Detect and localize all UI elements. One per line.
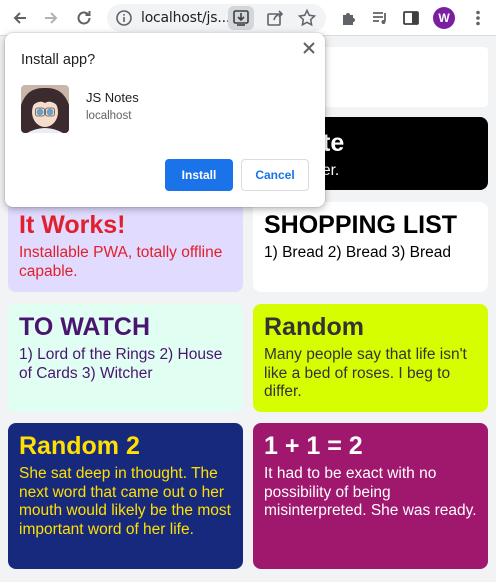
side-panel-icon[interactable] [401,8,421,28]
note-title: Random 2 [19,432,140,460]
forward-icon[interactable] [41,8,61,28]
app-origin: localhost [86,110,132,122]
address-bar[interactable]: localhost/js... [107,4,326,32]
note-card[interactable]: Random 2 She sat deep in thought. The ne… [8,423,243,569]
app-icon [21,85,69,133]
note-card[interactable]: SHOPPING LIST 1) Bread 2) Bread 3) Bread [253,202,488,292]
note-title: Random [264,313,364,341]
note-body: Many people say that life isn't like a b… [264,346,467,400]
note-title: 1 + 1 = 2 [264,432,363,460]
note-title: TO WATCH [19,313,151,341]
more-vert-icon[interactable] [468,8,488,28]
back-icon[interactable] [10,8,30,28]
profile-avatar[interactable]: W [433,7,455,29]
note-card[interactable]: 1 + 1 = 2 It had to be exact with no pos… [253,423,488,569]
app-name: JS Notes [86,90,139,105]
info-icon[interactable] [115,9,133,27]
dialog-title: Install app? [21,52,96,68]
note-body: 1) Lord of the Rings 2) House of Cards 3… [19,346,223,382]
url-text[interactable]: localhost/js... [141,10,230,26]
note-card[interactable]: Random Many people say that life isn't l… [253,304,488,412]
note-title: It Works! [19,211,126,239]
install-app-icon[interactable] [228,6,254,30]
reload-icon[interactable] [74,8,94,28]
cancel-button[interactable]: Cancel [241,159,309,191]
note-body: She sat deep in thought. The next word t… [19,465,231,538]
browser-toolbar: localhost/js... W [0,0,496,36]
note-card[interactable]: It Works! Installable PWA, totally offli… [8,202,243,292]
note-body: 1) Bread 2) Bread 3) Bread [264,244,451,261]
install-app-dialog: Install app? JS Notes localhost Install … [5,33,325,207]
note-body: Installable PWA, totally offline capable… [19,244,223,280]
media-icon[interactable] [370,8,390,28]
close-icon[interactable] [301,40,317,56]
extensions-icon[interactable] [339,8,359,28]
note-title: te [322,129,345,157]
star-icon[interactable] [297,8,317,28]
note-body: er. [322,162,340,179]
share-icon[interactable] [265,8,285,28]
note-body: It had to be exact with no possibility o… [264,465,477,519]
install-button[interactable]: Install [165,159,233,191]
note-title: SHOPPING LIST [264,211,458,239]
note-card[interactable]: TO WATCH 1) Lord of the Rings 2) House o… [8,304,243,412]
